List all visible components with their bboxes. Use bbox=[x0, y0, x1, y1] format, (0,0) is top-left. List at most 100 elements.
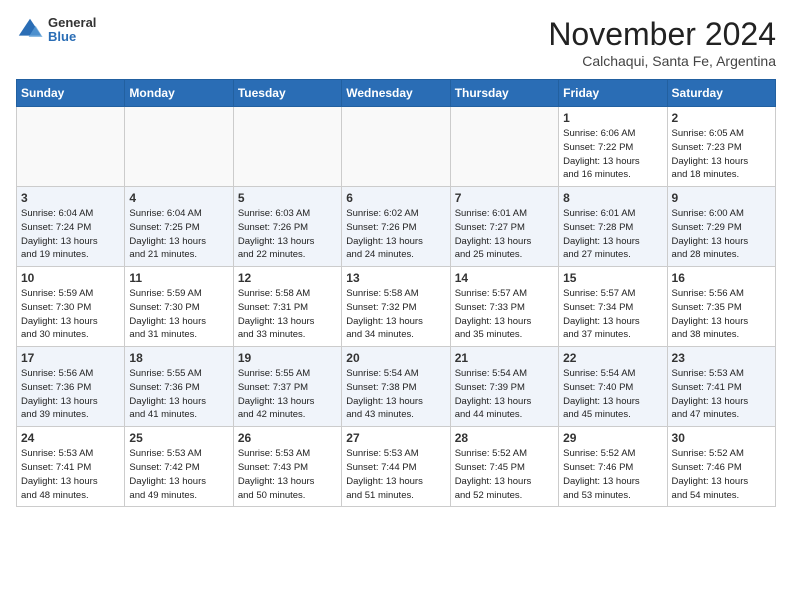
day-info: Sunrise: 5:52 AM Sunset: 7:45 PM Dayligh… bbox=[455, 447, 554, 502]
calendar-cell: 17Sunrise: 5:56 AM Sunset: 7:36 PM Dayli… bbox=[17, 347, 125, 427]
day-number: 2 bbox=[672, 111, 771, 125]
header-day-saturday: Saturday bbox=[667, 80, 775, 107]
header-row: SundayMondayTuesdayWednesdayThursdayFrid… bbox=[17, 80, 776, 107]
day-info: Sunrise: 6:06 AM Sunset: 7:22 PM Dayligh… bbox=[563, 127, 662, 182]
calendar-week-1: 1 Sunrise: 6:06 AM Sunset: 7:22 PM Daylig… bbox=[17, 107, 776, 187]
day-number: 18 bbox=[129, 351, 228, 365]
day-number: 25 bbox=[129, 431, 228, 445]
month-title: November 2024 bbox=[548, 16, 776, 53]
day-number: 21 bbox=[455, 351, 554, 365]
day-info: Sunrise: 5:55 AM Sunset: 7:37 PM Dayligh… bbox=[238, 367, 337, 422]
day-number: 4 bbox=[129, 191, 228, 205]
header-day-friday: Friday bbox=[559, 80, 667, 107]
day-number: 1 bbox=[563, 111, 662, 125]
calendar-cell: 29Sunrise: 5:52 AM Sunset: 7:46 PM Dayli… bbox=[559, 427, 667, 507]
day-number: 20 bbox=[346, 351, 445, 365]
header-day-tuesday: Tuesday bbox=[233, 80, 341, 107]
day-info: Sunrise: 6:01 AM Sunset: 7:27 PM Dayligh… bbox=[455, 207, 554, 262]
day-number: 15 bbox=[563, 271, 662, 285]
calendar-cell: 11Sunrise: 5:59 AM Sunset: 7:30 PM Dayli… bbox=[125, 267, 233, 347]
day-info: Sunrise: 5:53 AM Sunset: 7:42 PM Dayligh… bbox=[129, 447, 228, 502]
calendar-cell bbox=[450, 107, 558, 187]
day-info: Sunrise: 6:04 AM Sunset: 7:25 PM Dayligh… bbox=[129, 207, 228, 262]
calendar-week-3: 10 Sunrise: 5:59 AM Sunset: 7:30 PM Dayli… bbox=[17, 267, 776, 347]
day-info: Sunrise: 6:05 AM Sunset: 7:23 PM Dayligh… bbox=[672, 127, 771, 182]
day-info: Sunrise: 5:53 AM Sunset: 7:43 PM Dayligh… bbox=[238, 447, 337, 502]
calendar-cell: 27 Sunrise: 5:53 AM Sunset: 7:44 PM Dayli… bbox=[342, 427, 450, 507]
calendar-cell: 22Sunrise: 5:54 AM Sunset: 7:40 PM Dayli… bbox=[559, 347, 667, 427]
calendar-cell: 8 Sunrise: 6:01 AM Sunset: 7:28 PM Daylig… bbox=[559, 187, 667, 267]
day-number: 5 bbox=[238, 191, 337, 205]
calendar-cell: 13Sunrise: 5:58 AM Sunset: 7:32 PM Dayli… bbox=[342, 267, 450, 347]
day-info: Sunrise: 6:02 AM Sunset: 7:26 PM Dayligh… bbox=[346, 207, 445, 262]
day-number: 29 bbox=[563, 431, 662, 445]
day-info: Sunrise: 5:59 AM Sunset: 7:30 PM Dayligh… bbox=[129, 287, 228, 342]
calendar-cell: 5Sunrise: 6:03 AM Sunset: 7:26 PM Daylig… bbox=[233, 187, 341, 267]
calendar-cell: 2 Sunrise: 6:05 AM Sunset: 7:23 PM Daylig… bbox=[667, 107, 775, 187]
calendar-header: SundayMondayTuesdayWednesdayThursdayFrid… bbox=[17, 80, 776, 107]
logo: General Blue bbox=[16, 16, 96, 45]
day-info: Sunrise: 6:00 AM Sunset: 7:29 PM Dayligh… bbox=[672, 207, 771, 262]
logo-text: General Blue bbox=[48, 16, 96, 45]
day-info: Sunrise: 5:54 AM Sunset: 7:38 PM Dayligh… bbox=[346, 367, 445, 422]
day-info: Sunrise: 6:01 AM Sunset: 7:28 PM Dayligh… bbox=[563, 207, 662, 262]
calendar-body: 1 Sunrise: 6:06 AM Sunset: 7:22 PM Daylig… bbox=[17, 107, 776, 507]
logo-general: General bbox=[48, 16, 96, 30]
calendar-cell: 6 Sunrise: 6:02 AM Sunset: 7:26 PM Daylig… bbox=[342, 187, 450, 267]
calendar-cell bbox=[233, 107, 341, 187]
calendar-cell: 21 Sunrise: 5:54 AM Sunset: 7:39 PM Dayli… bbox=[450, 347, 558, 427]
location-subtitle: Calchaqui, Santa Fe, Argentina bbox=[548, 53, 776, 69]
header-day-thursday: Thursday bbox=[450, 80, 558, 107]
day-number: 28 bbox=[455, 431, 554, 445]
calendar-cell bbox=[342, 107, 450, 187]
title-block: November 2024 Calchaqui, Santa Fe, Argen… bbox=[548, 16, 776, 69]
calendar-cell: 10 Sunrise: 5:59 AM Sunset: 7:30 PM Dayli… bbox=[17, 267, 125, 347]
calendar-cell: 20 Sunrise: 5:54 AM Sunset: 7:38 PM Dayli… bbox=[342, 347, 450, 427]
day-number: 14 bbox=[455, 271, 554, 285]
calendar-cell: 19 Sunrise: 5:55 AM Sunset: 7:37 PM Dayli… bbox=[233, 347, 341, 427]
page-header: General Blue November 2024 Calchaqui, Sa… bbox=[16, 16, 776, 69]
header-day-sunday: Sunday bbox=[17, 80, 125, 107]
day-info: Sunrise: 5:53 AM Sunset: 7:44 PM Dayligh… bbox=[346, 447, 445, 502]
day-info: Sunrise: 5:54 AM Sunset: 7:39 PM Dayligh… bbox=[455, 367, 554, 422]
day-number: 23 bbox=[672, 351, 771, 365]
header-day-monday: Monday bbox=[125, 80, 233, 107]
logo-blue: Blue bbox=[48, 30, 96, 44]
day-number: 30 bbox=[672, 431, 771, 445]
calendar-cell: 24Sunrise: 5:53 AM Sunset: 7:41 PM Dayli… bbox=[17, 427, 125, 507]
day-info: Sunrise: 5:54 AM Sunset: 7:40 PM Dayligh… bbox=[563, 367, 662, 422]
day-number: 19 bbox=[238, 351, 337, 365]
day-info: Sunrise: 5:57 AM Sunset: 7:34 PM Dayligh… bbox=[563, 287, 662, 342]
calendar-cell: 3 Sunrise: 6:04 AM Sunset: 7:24 PM Daylig… bbox=[17, 187, 125, 267]
calendar-week-4: 17Sunrise: 5:56 AM Sunset: 7:36 PM Dayli… bbox=[17, 347, 776, 427]
calendar-cell: 18Sunrise: 5:55 AM Sunset: 7:36 PM Dayli… bbox=[125, 347, 233, 427]
calendar-cell: 12Sunrise: 5:58 AM Sunset: 7:31 PM Dayli… bbox=[233, 267, 341, 347]
calendar-cell: 26 Sunrise: 5:53 AM Sunset: 7:43 PM Dayli… bbox=[233, 427, 341, 507]
day-info: Sunrise: 5:58 AM Sunset: 7:31 PM Dayligh… bbox=[238, 287, 337, 342]
day-info: Sunrise: 5:59 AM Sunset: 7:30 PM Dayligh… bbox=[21, 287, 120, 342]
day-number: 3 bbox=[21, 191, 120, 205]
day-number: 6 bbox=[346, 191, 445, 205]
day-info: Sunrise: 5:57 AM Sunset: 7:33 PM Dayligh… bbox=[455, 287, 554, 342]
calendar-cell: 16Sunrise: 5:56 AM Sunset: 7:35 PM Dayli… bbox=[667, 267, 775, 347]
calendar-cell: 15 Sunrise: 5:57 AM Sunset: 7:34 PM Dayli… bbox=[559, 267, 667, 347]
calendar-week-5: 24Sunrise: 5:53 AM Sunset: 7:41 PM Dayli… bbox=[17, 427, 776, 507]
day-info: Sunrise: 5:56 AM Sunset: 7:36 PM Dayligh… bbox=[21, 367, 120, 422]
calendar-cell: 9 Sunrise: 6:00 AM Sunset: 7:29 PM Daylig… bbox=[667, 187, 775, 267]
calendar-cell: 7Sunrise: 6:01 AM Sunset: 7:27 PM Daylig… bbox=[450, 187, 558, 267]
day-number: 9 bbox=[672, 191, 771, 205]
day-number: 27 bbox=[346, 431, 445, 445]
day-number: 8 bbox=[563, 191, 662, 205]
calendar-cell: 4 Sunrise: 6:04 AM Sunset: 7:25 PM Daylig… bbox=[125, 187, 233, 267]
day-info: Sunrise: 5:53 AM Sunset: 7:41 PM Dayligh… bbox=[672, 367, 771, 422]
day-number: 26 bbox=[238, 431, 337, 445]
day-info: Sunrise: 5:53 AM Sunset: 7:41 PM Dayligh… bbox=[21, 447, 120, 502]
day-number: 10 bbox=[21, 271, 120, 285]
logo-icon bbox=[16, 16, 44, 44]
header-day-wednesday: Wednesday bbox=[342, 80, 450, 107]
calendar-cell: 30 Sunrise: 5:52 AM Sunset: 7:46 PM Dayli… bbox=[667, 427, 775, 507]
calendar-cell: 28 Sunrise: 5:52 AM Sunset: 7:45 PM Dayli… bbox=[450, 427, 558, 507]
day-number: 13 bbox=[346, 271, 445, 285]
day-info: Sunrise: 5:52 AM Sunset: 7:46 PM Dayligh… bbox=[672, 447, 771, 502]
day-info: Sunrise: 6:04 AM Sunset: 7:24 PM Dayligh… bbox=[21, 207, 120, 262]
